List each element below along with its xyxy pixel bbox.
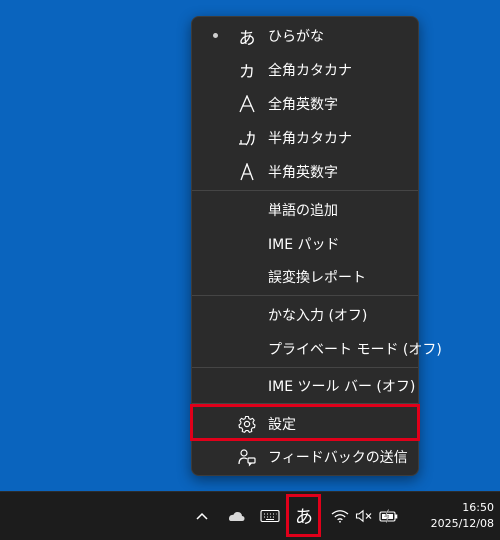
menu-item-label: フィードバックの送信 — [268, 450, 408, 466]
menu-item-private-mode[interactable]: プライベート モード (オフ) — [192, 332, 442, 365]
menu-item-hiragana[interactable]: あ ひらがな — [192, 19, 418, 52]
menu-item-fullwidth-katakana[interactable]: カ 全角カタカナ — [192, 53, 418, 86]
menu-separator — [192, 190, 418, 191]
onedrive-icon[interactable] — [226, 504, 246, 528]
touch-keyboard-icon[interactable] — [259, 504, 281, 528]
menu-item-kana-input[interactable]: かな入力 (オフ) — [192, 298, 418, 331]
menu-item-label: 単語の追加 — [268, 203, 338, 219]
menu-item-fullwidth-alphanumeric[interactable]: 全角英数字 — [192, 87, 418, 120]
menu-item-ime-toolbar[interactable]: IME ツール バー (オフ) — [192, 369, 418, 402]
menu-item-label: 誤変換レポート — [268, 270, 366, 286]
fullwidth-alpha-icon — [236, 93, 258, 115]
menu-item-label: 全角英数字 — [268, 97, 338, 113]
taskbar-clock[interactable]: 16:50 2025/12/08 — [404, 500, 494, 532]
menu-item-label: プライベート モード (オフ) — [268, 342, 442, 358]
ime-mode-indicator[interactable]: あ — [291, 504, 317, 528]
wifi-icon[interactable] — [329, 504, 351, 528]
menu-item-label: かな入力 (オフ) — [268, 308, 368, 324]
feedback-icon — [236, 446, 258, 468]
taskbar: あ 16:50 2025/12/08 — [0, 491, 500, 540]
menu-item-ime-pad[interactable]: IME パッド — [192, 227, 418, 260]
ime-context-menu: あ ひらがな カ 全角カタカナ 全角英数字 半角カタカナ 半角英数字 単語の追加 — [191, 16, 442, 476]
chevron-up-icon[interactable] — [192, 504, 212, 528]
menu-item-label: 半角英数字 — [268, 165, 338, 181]
halfwidth-alpha-icon — [236, 161, 258, 183]
selected-bullet — [213, 33, 218, 38]
volume-muted-icon[interactable] — [353, 504, 375, 528]
clock-time: 16:50 — [462, 501, 494, 514]
battery-charging-icon[interactable] — [377, 504, 401, 528]
menu-item-label: 半角カタカナ — [268, 131, 352, 147]
menu-separator — [192, 295, 418, 296]
menu-item-label: IME ツール バー (オフ) — [268, 379, 416, 395]
menu-item-send-feedback[interactable]: フィードバックの送信 — [192, 440, 418, 473]
menu-item-add-word[interactable]: 単語の追加 — [192, 193, 418, 226]
menu-separator — [192, 403, 418, 404]
gear-icon — [236, 413, 258, 435]
menu-separator — [192, 367, 418, 368]
menu-item-halfwidth-katakana[interactable]: 半角カタカナ — [192, 121, 418, 154]
hiragana-icon: あ — [238, 28, 256, 49]
halfwidth-katakana-icon — [236, 127, 258, 149]
menu-item-settings[interactable]: 設定 — [192, 407, 418, 440]
menu-item-misconversion-report[interactable]: 誤変換レポート — [192, 260, 418, 293]
menu-item-label: IME パッド — [268, 237, 340, 253]
clock-date: 2025/12/08 — [430, 517, 494, 530]
katakana-icon: カ — [238, 62, 255, 81]
menu-item-label: 設定 — [268, 417, 296, 433]
menu-item-label: 全角カタカナ — [268, 63, 352, 79]
menu-item-halfwidth-alphanumeric[interactable]: 半角英数字 — [192, 155, 418, 188]
menu-item-label: ひらがな — [268, 29, 324, 45]
